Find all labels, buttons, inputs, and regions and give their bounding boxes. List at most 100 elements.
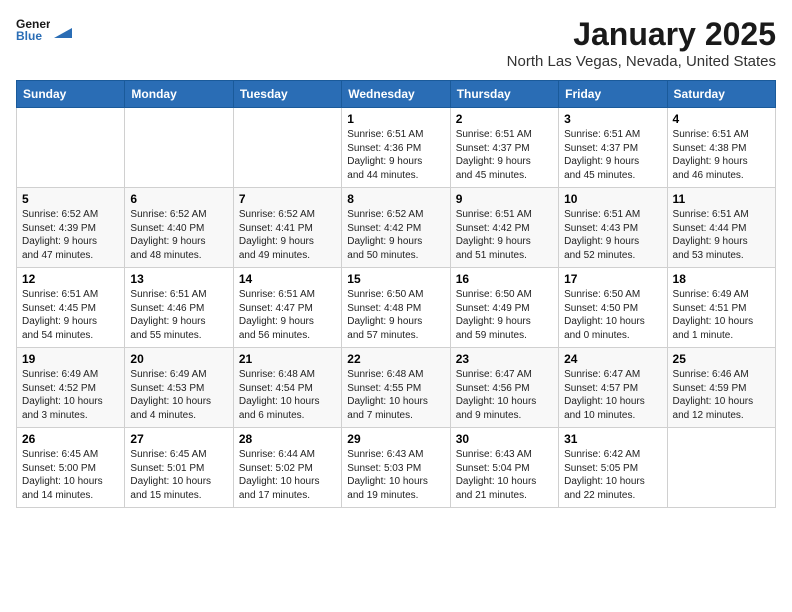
day-number: 31 bbox=[564, 432, 661, 446]
calendar-cell: 15 Sunrise: 6:50 AM Sunset: 4:48 PM Dayli… bbox=[342, 268, 450, 348]
calendar-cell: 27 Sunrise: 6:45 AM Sunset: 5:01 PM Dayli… bbox=[125, 428, 233, 508]
calendar-cell: 20 Sunrise: 6:49 AM Sunset: 4:53 PM Dayli… bbox=[125, 348, 233, 428]
day-number: 15 bbox=[347, 272, 444, 286]
day-info: Sunrise: 6:48 AM Sunset: 4:55 PM Dayligh… bbox=[347, 368, 444, 422]
day-number: 18 bbox=[673, 272, 770, 286]
calendar-header-thursday: Thursday bbox=[450, 81, 558, 108]
day-info: Sunrise: 6:50 AM Sunset: 4:48 PM Dayligh… bbox=[347, 288, 444, 342]
calendar-cell: 6 Sunrise: 6:52 AM Sunset: 4:40 PM Daylig… bbox=[125, 188, 233, 268]
day-number: 21 bbox=[239, 352, 336, 366]
day-number: 12 bbox=[22, 272, 119, 286]
calendar-week-row: 1Sunrise: 6:51 AM Sunset: 4:36 PM Daylig… bbox=[17, 108, 776, 188]
day-number: 25 bbox=[673, 352, 770, 366]
day-number: 23 bbox=[456, 352, 553, 366]
day-info: Sunrise: 6:52 AM Sunset: 4:42 PM Dayligh… bbox=[347, 208, 444, 262]
day-info: Sunrise: 6:46 AM Sunset: 4:59 PM Dayligh… bbox=[673, 368, 770, 422]
day-number: 3 bbox=[564, 112, 661, 126]
calendar-cell: 5 Sunrise: 6:52 AM Sunset: 4:39 PM Daylig… bbox=[17, 188, 125, 268]
day-number: 28 bbox=[239, 432, 336, 446]
day-info: Sunrise: 6:51 AM Sunset: 4:46 PM Dayligh… bbox=[130, 288, 227, 342]
calendar-header-sunday: Sunday bbox=[17, 81, 125, 108]
calendar-cell: 7Sunrise: 6:52 AM Sunset: 4:41 PM Daylig… bbox=[233, 188, 341, 268]
calendar-cell: 12 Sunrise: 6:51 AM Sunset: 4:45 PM Dayli… bbox=[17, 268, 125, 348]
logo-arrow-icon bbox=[54, 20, 72, 38]
calendar-week-row: 5 Sunrise: 6:52 AM Sunset: 4:39 PM Daylig… bbox=[17, 188, 776, 268]
calendar-header-wednesday: Wednesday bbox=[342, 81, 450, 108]
day-info: Sunrise: 6:51 AM Sunset: 4:37 PM Dayligh… bbox=[564, 128, 661, 182]
calendar-cell bbox=[17, 108, 125, 188]
calendar-cell: 3 Sunrise: 6:51 AM Sunset: 4:37 PM Daylig… bbox=[559, 108, 667, 188]
calendar-cell: 23Sunrise: 6:47 AM Sunset: 4:56 PM Dayli… bbox=[450, 348, 558, 428]
calendar-cell bbox=[125, 108, 233, 188]
calendar-cell: 21 Sunrise: 6:48 AM Sunset: 4:54 PM Dayli… bbox=[233, 348, 341, 428]
calendar-cell: 31 Sunrise: 6:42 AM Sunset: 5:05 PM Dayli… bbox=[559, 428, 667, 508]
calendar-header-friday: Friday bbox=[559, 81, 667, 108]
calendar-cell: 28 Sunrise: 6:44 AM Sunset: 5:02 PM Dayli… bbox=[233, 428, 341, 508]
logo-svg: General Blue bbox=[16, 16, 50, 42]
day-info: Sunrise: 6:52 AM Sunset: 4:39 PM Dayligh… bbox=[22, 208, 119, 262]
day-number: 27 bbox=[130, 432, 227, 446]
day-number: 6 bbox=[130, 192, 227, 206]
calendar-cell bbox=[233, 108, 341, 188]
day-info: Sunrise: 6:51 AM Sunset: 4:47 PM Dayligh… bbox=[239, 288, 336, 342]
day-number: 9 bbox=[456, 192, 553, 206]
day-number: 11 bbox=[673, 192, 770, 206]
calendar-week-row: 12 Sunrise: 6:51 AM Sunset: 4:45 PM Dayli… bbox=[17, 268, 776, 348]
calendar-cell: 24Sunrise: 6:47 AM Sunset: 4:57 PM Dayli… bbox=[559, 348, 667, 428]
calendar-cell: 17Sunrise: 6:50 AM Sunset: 4:50 PM Dayli… bbox=[559, 268, 667, 348]
day-number: 8 bbox=[347, 192, 444, 206]
day-info: Sunrise: 6:51 AM Sunset: 4:38 PM Dayligh… bbox=[673, 128, 770, 182]
day-info: Sunrise: 6:49 AM Sunset: 4:51 PM Dayligh… bbox=[673, 288, 770, 342]
calendar-cell: 11 Sunrise: 6:51 AM Sunset: 4:44 PM Dayli… bbox=[667, 188, 775, 268]
day-number: 10 bbox=[564, 192, 661, 206]
day-number: 17 bbox=[564, 272, 661, 286]
location-title: North Las Vegas, Nevada, United States bbox=[507, 53, 776, 70]
logo: General Blue bbox=[16, 16, 72, 42]
day-number: 14 bbox=[239, 272, 336, 286]
day-number: 5 bbox=[22, 192, 119, 206]
calendar-cell: 16Sunrise: 6:50 AM Sunset: 4:49 PM Dayli… bbox=[450, 268, 558, 348]
day-number: 24 bbox=[564, 352, 661, 366]
calendar-cell bbox=[667, 428, 775, 508]
day-info: Sunrise: 6:49 AM Sunset: 4:53 PM Dayligh… bbox=[130, 368, 227, 422]
day-number: 4 bbox=[673, 112, 770, 126]
day-info: Sunrise: 6:52 AM Sunset: 4:40 PM Dayligh… bbox=[130, 208, 227, 262]
calendar-cell: 22 Sunrise: 6:48 AM Sunset: 4:55 PM Dayli… bbox=[342, 348, 450, 428]
day-number: 22 bbox=[347, 352, 444, 366]
day-info: Sunrise: 6:45 AM Sunset: 5:01 PM Dayligh… bbox=[130, 448, 227, 502]
day-info: Sunrise: 6:42 AM Sunset: 5:05 PM Dayligh… bbox=[564, 448, 661, 502]
day-info: Sunrise: 6:51 AM Sunset: 4:37 PM Dayligh… bbox=[456, 128, 553, 182]
calendar-cell: 9 Sunrise: 6:51 AM Sunset: 4:42 PM Daylig… bbox=[450, 188, 558, 268]
calendar-cell: 18 Sunrise: 6:49 AM Sunset: 4:51 PM Dayli… bbox=[667, 268, 775, 348]
day-number: 2 bbox=[456, 112, 553, 126]
day-number: 7 bbox=[239, 192, 336, 206]
calendar-header-row: SundayMondayTuesdayWednesdayThursdayFrid… bbox=[17, 81, 776, 108]
calendar-cell: 13 Sunrise: 6:51 AM Sunset: 4:46 PM Dayli… bbox=[125, 268, 233, 348]
day-info: Sunrise: 6:51 AM Sunset: 4:42 PM Dayligh… bbox=[456, 208, 553, 262]
calendar-cell: 19 Sunrise: 6:49 AM Sunset: 4:52 PM Dayli… bbox=[17, 348, 125, 428]
day-info: Sunrise: 6:43 AM Sunset: 5:04 PM Dayligh… bbox=[456, 448, 553, 502]
day-info: Sunrise: 6:48 AM Sunset: 4:54 PM Dayligh… bbox=[239, 368, 336, 422]
calendar-cell: 2 Sunrise: 6:51 AM Sunset: 4:37 PM Daylig… bbox=[450, 108, 558, 188]
header: General Blue January 2025 North Las Vega… bbox=[16, 16, 776, 70]
svg-text:Blue: Blue bbox=[16, 29, 42, 42]
calendar-cell: 25 Sunrise: 6:46 AM Sunset: 4:59 PM Dayli… bbox=[667, 348, 775, 428]
day-info: Sunrise: 6:50 AM Sunset: 4:49 PM Dayligh… bbox=[456, 288, 553, 342]
day-info: Sunrise: 6:51 AM Sunset: 4:44 PM Dayligh… bbox=[673, 208, 770, 262]
day-number: 19 bbox=[22, 352, 119, 366]
calendar-cell: 8 Sunrise: 6:52 AM Sunset: 4:42 PM Daylig… bbox=[342, 188, 450, 268]
day-info: Sunrise: 6:44 AM Sunset: 5:02 PM Dayligh… bbox=[239, 448, 336, 502]
day-number: 30 bbox=[456, 432, 553, 446]
day-info: Sunrise: 6:51 AM Sunset: 4:45 PM Dayligh… bbox=[22, 288, 119, 342]
day-number: 26 bbox=[22, 432, 119, 446]
day-info: Sunrise: 6:49 AM Sunset: 4:52 PM Dayligh… bbox=[22, 368, 119, 422]
day-info: Sunrise: 6:45 AM Sunset: 5:00 PM Dayligh… bbox=[22, 448, 119, 502]
day-number: 20 bbox=[130, 352, 227, 366]
calendar-cell: 30 Sunrise: 6:43 AM Sunset: 5:04 PM Dayli… bbox=[450, 428, 558, 508]
day-info: Sunrise: 6:51 AM Sunset: 4:36 PM Dayligh… bbox=[347, 128, 444, 182]
day-info: Sunrise: 6:51 AM Sunset: 4:43 PM Dayligh… bbox=[564, 208, 661, 262]
day-number: 29 bbox=[347, 432, 444, 446]
calendar-week-row: 26 Sunrise: 6:45 AM Sunset: 5:00 PM Dayli… bbox=[17, 428, 776, 508]
month-title: January 2025 bbox=[507, 16, 776, 53]
day-number: 13 bbox=[130, 272, 227, 286]
